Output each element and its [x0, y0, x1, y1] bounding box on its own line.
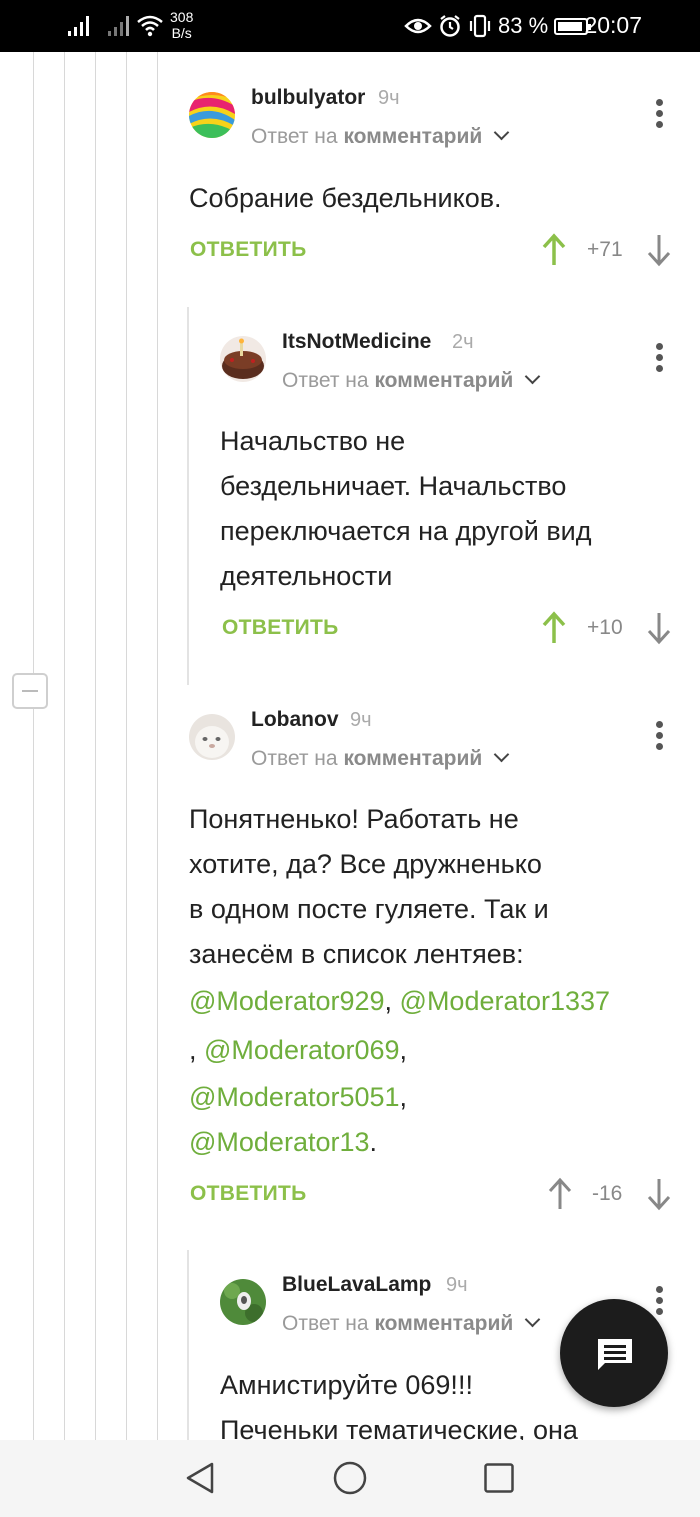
- thread-depth-line: [64, 52, 65, 1440]
- signal-icon: [108, 14, 129, 36]
- reply-thread-line: [187, 1250, 189, 1440]
- reply-prefix: Ответ на: [251, 125, 338, 148]
- reply-prefix: Ответ на: [282, 1312, 369, 1335]
- back-icon[interactable]: [183, 1461, 217, 1495]
- reply-prefix: Ответ на: [251, 747, 338, 770]
- status-icons: 83 %: [404, 13, 592, 39]
- comment-time: 2ч: [452, 331, 474, 353]
- network-speed: 308 B/s: [170, 9, 194, 41]
- mention-link[interactable]: @Moderator1337: [400, 986, 611, 1016]
- write-comment-button[interactable]: [560, 1299, 668, 1407]
- reply-target: комментарий: [374, 369, 514, 392]
- vibrate-icon: [469, 14, 491, 38]
- upvote-icon[interactable]: [541, 233, 567, 267]
- reply-button[interactable]: ОТВЕТИТЬ: [190, 238, 307, 262]
- battery-percent: 83 %: [498, 13, 549, 38]
- thread-depth-line: [126, 52, 127, 1440]
- comment-time: 9ч: [350, 709, 372, 731]
- thread-depth-line: [157, 52, 158, 1440]
- reply-thread-line: [187, 307, 189, 685]
- more-options-icon[interactable]: [655, 1286, 663, 1320]
- chevron-down-icon: [493, 124, 510, 141]
- username[interactable]: BlueLavaLamp: [282, 1273, 431, 1297]
- reply-prefix: Ответ на: [282, 369, 369, 392]
- reply-button[interactable]: ОТВЕТИТЬ: [222, 616, 339, 640]
- reply-button[interactable]: ОТВЕТИТЬ: [190, 1182, 307, 1206]
- chevron-down-icon: [524, 368, 541, 385]
- signal-icon: [68, 14, 89, 36]
- collapse-thread-button[interactable]: [12, 673, 48, 709]
- reply-to-link[interactable]: Ответ на комментарий: [282, 368, 541, 393]
- upvote-icon[interactable]: [547, 1177, 573, 1211]
- avatar[interactable]: [220, 336, 266, 382]
- reply-target: комментарий: [374, 1312, 514, 1335]
- reply-to-link[interactable]: Ответ на комментарий: [282, 1311, 541, 1336]
- eye-icon: [404, 18, 432, 34]
- comment-text: Собрание бездельников.: [189, 183, 502, 213]
- home-icon[interactable]: [332, 1460, 368, 1496]
- downvote-icon[interactable]: [646, 611, 672, 645]
- message-icon: [598, 1339, 632, 1370]
- avatar[interactable]: [189, 714, 235, 760]
- mention-link[interactable]: @Moderator929: [189, 986, 385, 1016]
- more-options-icon[interactable]: [655, 721, 663, 755]
- recents-icon[interactable]: [483, 1462, 515, 1494]
- avatar[interactable]: [220, 1279, 266, 1325]
- avatar[interactable]: [189, 92, 235, 138]
- mention-link[interactable]: @Moderator069: [204, 1035, 400, 1065]
- comment-time: 9ч: [378, 87, 400, 109]
- comment-text: Понятненько! Работать не хотите, да? Все…: [189, 804, 611, 1157]
- comment-score: -16: [592, 1182, 623, 1205]
- chevron-down-icon: [524, 1311, 541, 1328]
- more-options-icon[interactable]: [655, 99, 663, 133]
- status-bar: 308 B/s 83 % 20:07: [0, 0, 700, 52]
- reply-target: комментарий: [343, 747, 483, 770]
- username[interactable]: Lobanov: [251, 708, 339, 732]
- username[interactable]: ItsNotMedicine: [282, 330, 431, 354]
- comment-score: +71: [587, 238, 623, 261]
- more-options-icon[interactable]: [655, 343, 663, 377]
- reply-to-link[interactable]: Ответ на комментарий: [251, 746, 510, 771]
- alarm-icon: [440, 15, 460, 37]
- downvote-icon[interactable]: [646, 1177, 672, 1211]
- upvote-icon[interactable]: [541, 611, 567, 645]
- comment-text: Начальство не бездельничает. Начальство …: [220, 426, 592, 591]
- wifi-icon: [137, 15, 163, 37]
- mention-link[interactable]: @Moderator5051: [189, 1082, 400, 1112]
- system-nav-bar: [0, 1440, 700, 1517]
- thread-depth-line: [33, 52, 34, 1440]
- clock: 20:07: [584, 12, 642, 38]
- username[interactable]: bulbulyator: [251, 86, 365, 110]
- comment-time: 9ч: [446, 1274, 468, 1296]
- comment-score: +10: [587, 616, 623, 639]
- mention-link[interactable]: @Moderator13: [189, 1127, 370, 1157]
- reply-target: комментарий: [343, 125, 483, 148]
- battery-icon: [554, 17, 592, 35]
- chevron-down-icon: [493, 746, 510, 763]
- thread-depth-line: [95, 52, 96, 1440]
- downvote-icon[interactable]: [646, 233, 672, 267]
- reply-to-link[interactable]: Ответ на комментарий: [251, 124, 510, 149]
